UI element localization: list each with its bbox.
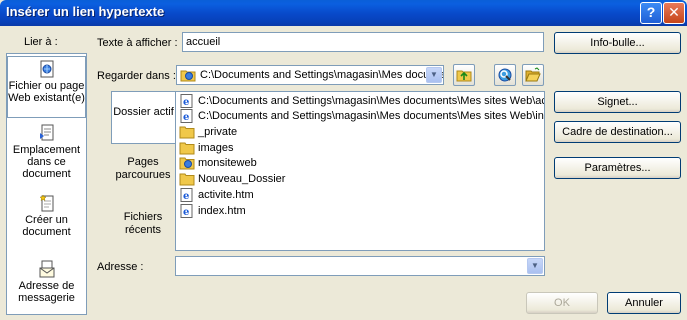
list-item[interactable]: images [179, 141, 233, 156]
ie-page-icon: e [179, 94, 195, 109]
folder-up-icon [456, 67, 472, 83]
text-to-display-label: Texte à afficher : [97, 37, 178, 49]
address-label: Adresse : [97, 261, 144, 273]
file-tabs: Dossier actif Pages parcourues Fichiers … [111, 91, 176, 251]
open-folder-icon [525, 67, 541, 83]
file-name: C:\Documents and Settings\magasin\Mes do… [198, 95, 544, 107]
address-input[interactable]: ▼ [175, 256, 545, 276]
ie-page-icon: e [179, 188, 195, 203]
file-name: images [198, 142, 234, 154]
look-in-label: Regarder dans : [97, 70, 176, 82]
browse-web-icon [497, 67, 513, 83]
list-item[interactable]: monsiteweb [179, 156, 257, 171]
web-page-icon [39, 60, 55, 78]
list-item[interactable]: e C:\Documents and Settings\magasin\Mes d… [179, 109, 545, 124]
svg-text:e: e [183, 207, 189, 218]
file-name: activite.htm [198, 189, 254, 201]
email-icon [39, 260, 55, 278]
title-bar[interactable]: Insérer un lien hypertexte ? ✕ [0, 0, 687, 26]
list-item[interactable]: Nouveau_Dossier [179, 172, 285, 187]
tab-browsed-pages[interactable]: Pages parcourues [111, 154, 175, 194]
link-existing-file-option[interactable]: Fichier ou page Web existant(e) [7, 56, 86, 118]
svg-text:e: e [183, 112, 189, 123]
tab-current-folder[interactable]: Dossier actif [111, 91, 175, 144]
cancel-button[interactable]: Annuler [607, 292, 681, 314]
up-one-folder-button[interactable] [453, 64, 475, 86]
new-document-icon [38, 194, 55, 212]
chevron-down-icon[interactable]: ▼ [527, 258, 543, 274]
document-location-icon [39, 124, 55, 142]
bookmark-button[interactable]: Signet... [554, 91, 681, 113]
tab-recent-files[interactable]: Fichiers récents [111, 209, 175, 249]
link-email-address-label: Adresse de messagerie [18, 280, 75, 304]
parameters-button[interactable]: Paramètres... [554, 157, 681, 179]
link-to-pane: Fichier ou page Web existant(e) Emplacem… [6, 53, 87, 315]
link-place-in-document-option[interactable]: Emplacement dans ce document [7, 122, 86, 180]
browse-file-button[interactable] [522, 64, 544, 86]
screentip-button[interactable]: Info-bulle... [554, 32, 681, 54]
svg-text:e: e [183, 97, 189, 108]
link-new-document-option[interactable]: Créer un document [7, 192, 86, 244]
link-place-in-document-label: Emplacement dans ce document [12, 144, 81, 180]
file-list[interactable]: e C:\Documents and Settings\magasin\Mes d… [175, 91, 545, 251]
browse-web-button[interactable] [494, 64, 516, 86]
web-folder-icon [179, 156, 195, 170]
file-name: C:\Documents and Settings\magasin\Mes do… [198, 110, 545, 122]
help-button[interactable]: ? [640, 2, 662, 24]
look-in-value: C:\Documents and Settings\magasin\Mes do… [200, 69, 444, 81]
link-existing-file-label: Fichier ou page Web existant(e) [8, 80, 85, 104]
close-button[interactable]: ✕ [663, 2, 685, 24]
ok-button[interactable]: OK [526, 292, 598, 314]
list-item[interactable]: e index.htm [179, 204, 246, 219]
folder-icon [179, 141, 195, 155]
link-email-address-option[interactable]: Adresse de messagerie [7, 258, 86, 312]
text-to-display-input[interactable]: accueil [182, 32, 544, 52]
file-name: monsiteweb [198, 157, 257, 169]
folder-icon [179, 172, 195, 186]
window-title: Insérer un lien hypertexte [6, 4, 165, 19]
list-item[interactable]: e C:\Documents and Settings\magasin\Mes d… [179, 94, 544, 109]
folder-icon [179, 125, 195, 139]
chevron-down-icon[interactable]: ▼ [426, 67, 442, 83]
link-new-document-label: Créer un document [22, 214, 71, 238]
svg-text:e: e [183, 191, 189, 202]
target-frame-button[interactable]: Cadre de destination... [554, 121, 681, 143]
ie-page-icon: e [179, 204, 195, 219]
ie-page-icon: e [179, 109, 195, 124]
web-folder-icon [180, 68, 196, 82]
list-item[interactable]: _private [179, 125, 237, 140]
file-name: Nouveau_Dossier [198, 173, 286, 185]
list-item[interactable]: e activite.htm [179, 188, 254, 203]
link-to-label: Lier à : [24, 36, 58, 48]
look-in-dropdown[interactable]: C:\Documents and Settings\magasin\Mes do… [176, 65, 444, 85]
file-name: _private [198, 126, 238, 138]
file-name: index.htm [198, 205, 246, 217]
